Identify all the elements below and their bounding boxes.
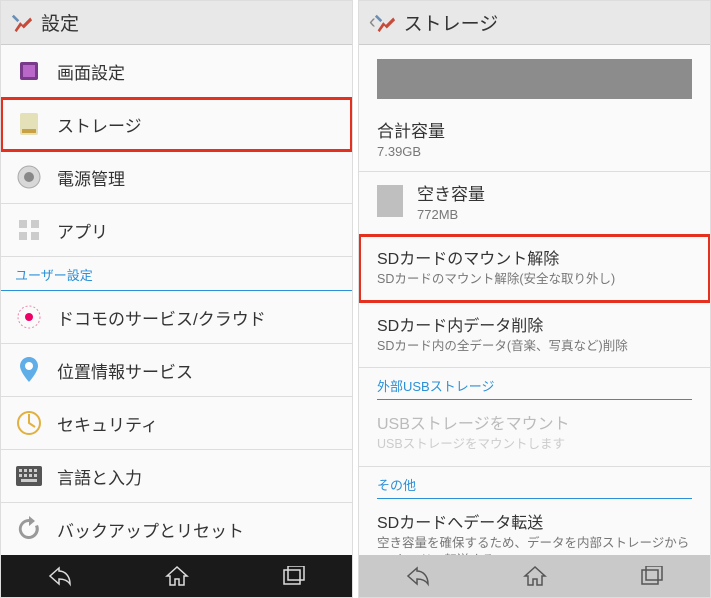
battery-icon [15, 163, 43, 191]
free-space[interactable]: 空き容量 772MB [359, 172, 710, 235]
section-user-settings: ユーザー設定 [1, 257, 352, 291]
header-bar: 設定 [1, 1, 352, 45]
total-capacity[interactable]: 合計容量 7.39GB [359, 109, 710, 172]
item-storage[interactable]: ストレージ [1, 98, 352, 151]
transfer-sub: 空き容量を確保するため、データを内部ストレージからSDカードへ転送する [377, 535, 692, 556]
header-title: 設定 [41, 9, 79, 36]
section-other: その他 [377, 467, 692, 499]
item-label: アプリ [57, 218, 108, 243]
item-label: 画面設定 [57, 59, 125, 84]
item-label: 言語と入力 [57, 464, 142, 489]
erase-sd[interactable]: SDカード内データ削除 SDカード内の全データ(音楽、写真など)削除 [359, 302, 710, 369]
free-value: 772MB [417, 207, 485, 222]
nav-back[interactable] [388, 560, 448, 592]
nav-recent[interactable] [622, 560, 682, 592]
transfer-title: SDカードへデータ転送 [377, 509, 692, 533]
item-location[interactable]: 位置情報サービス [1, 344, 352, 397]
security-icon [15, 409, 43, 437]
storage-screen: ‹ ストレージ 合計容量 7.39GB 空き容量 772MB SDカードのマウン… [358, 0, 711, 598]
item-label: 位置情報サービス [57, 358, 193, 383]
settings-icon [374, 12, 396, 34]
item-label: ドコモのサービス/クラウド [57, 305, 266, 330]
item-battery[interactable]: 電源管理 [1, 151, 352, 204]
item-language[interactable]: 言語と入力 [1, 450, 352, 503]
total-value: 7.39GB [377, 144, 692, 159]
settings-icon [11, 12, 33, 34]
item-label: バックアップとリセット [57, 517, 244, 542]
storage-content: 合計容量 7.39GB 空き容量 772MB SDカードのマウント解除 SDカー… [359, 45, 710, 555]
erase-title: SDカード内データ削除 [377, 312, 692, 336]
nav-home[interactable] [147, 560, 207, 592]
apps-icon [15, 216, 43, 244]
item-label: 電源管理 [57, 165, 125, 190]
unmount-title: SDカードのマウント解除 [377, 245, 692, 269]
nav-back[interactable] [30, 560, 90, 592]
nav-bar [359, 555, 710, 597]
total-label: 合計容量 [377, 117, 692, 142]
item-label: ストレージ [57, 112, 142, 137]
nav-recent[interactable] [264, 560, 324, 592]
free-label: 空き容量 [417, 180, 485, 205]
nav-home[interactable] [505, 560, 565, 592]
item-backup[interactable]: バックアップとリセット [1, 503, 352, 555]
free-color-icon [377, 185, 403, 217]
usb-title: USBストレージをマウント [377, 410, 692, 434]
nav-bar [1, 555, 352, 597]
storage-bar [377, 59, 692, 99]
backup-icon [15, 515, 43, 543]
transfer-sd[interactable]: SDカードへデータ転送 空き容量を確保するため、データを内部ストレージからSDカ… [359, 499, 710, 556]
item-display[interactable]: 画面設定 [1, 45, 352, 98]
usb-sub: USBストレージをマウントします [377, 436, 692, 454]
settings-list: 画面設定 ストレージ 電源管理 アプリ ユーザー設定 ドコモのサービス [1, 45, 352, 555]
location-icon [15, 356, 43, 384]
unmount-sd[interactable]: SDカードのマウント解除 SDカードのマウント解除(安全な取り外し) [359, 235, 710, 302]
item-label: セキュリティ [57, 411, 158, 436]
item-security[interactable]: セキュリティ [1, 397, 352, 450]
erase-sub: SDカード内の全データ(音楽、写真など)削除 [377, 338, 692, 356]
item-apps[interactable]: アプリ [1, 204, 352, 257]
unmount-sub: SDカードのマウント解除(安全な取り外し) [377, 271, 692, 289]
docomo-icon [15, 303, 43, 331]
storage-icon [15, 110, 43, 138]
header-bar: ‹ ストレージ [359, 1, 710, 45]
header-title: ストレージ [404, 9, 499, 36]
item-docomo[interactable]: ドコモのサービス/クラウド [1, 291, 352, 344]
keyboard-icon [15, 462, 43, 490]
section-usb: 外部USBストレージ [377, 368, 692, 400]
settings-screen: 設定 画面設定 ストレージ 電源管理 アプリ ユーザー設定 [0, 0, 353, 598]
mount-usb: USBストレージをマウント USBストレージをマウントします [359, 400, 710, 467]
display-icon [15, 57, 43, 85]
